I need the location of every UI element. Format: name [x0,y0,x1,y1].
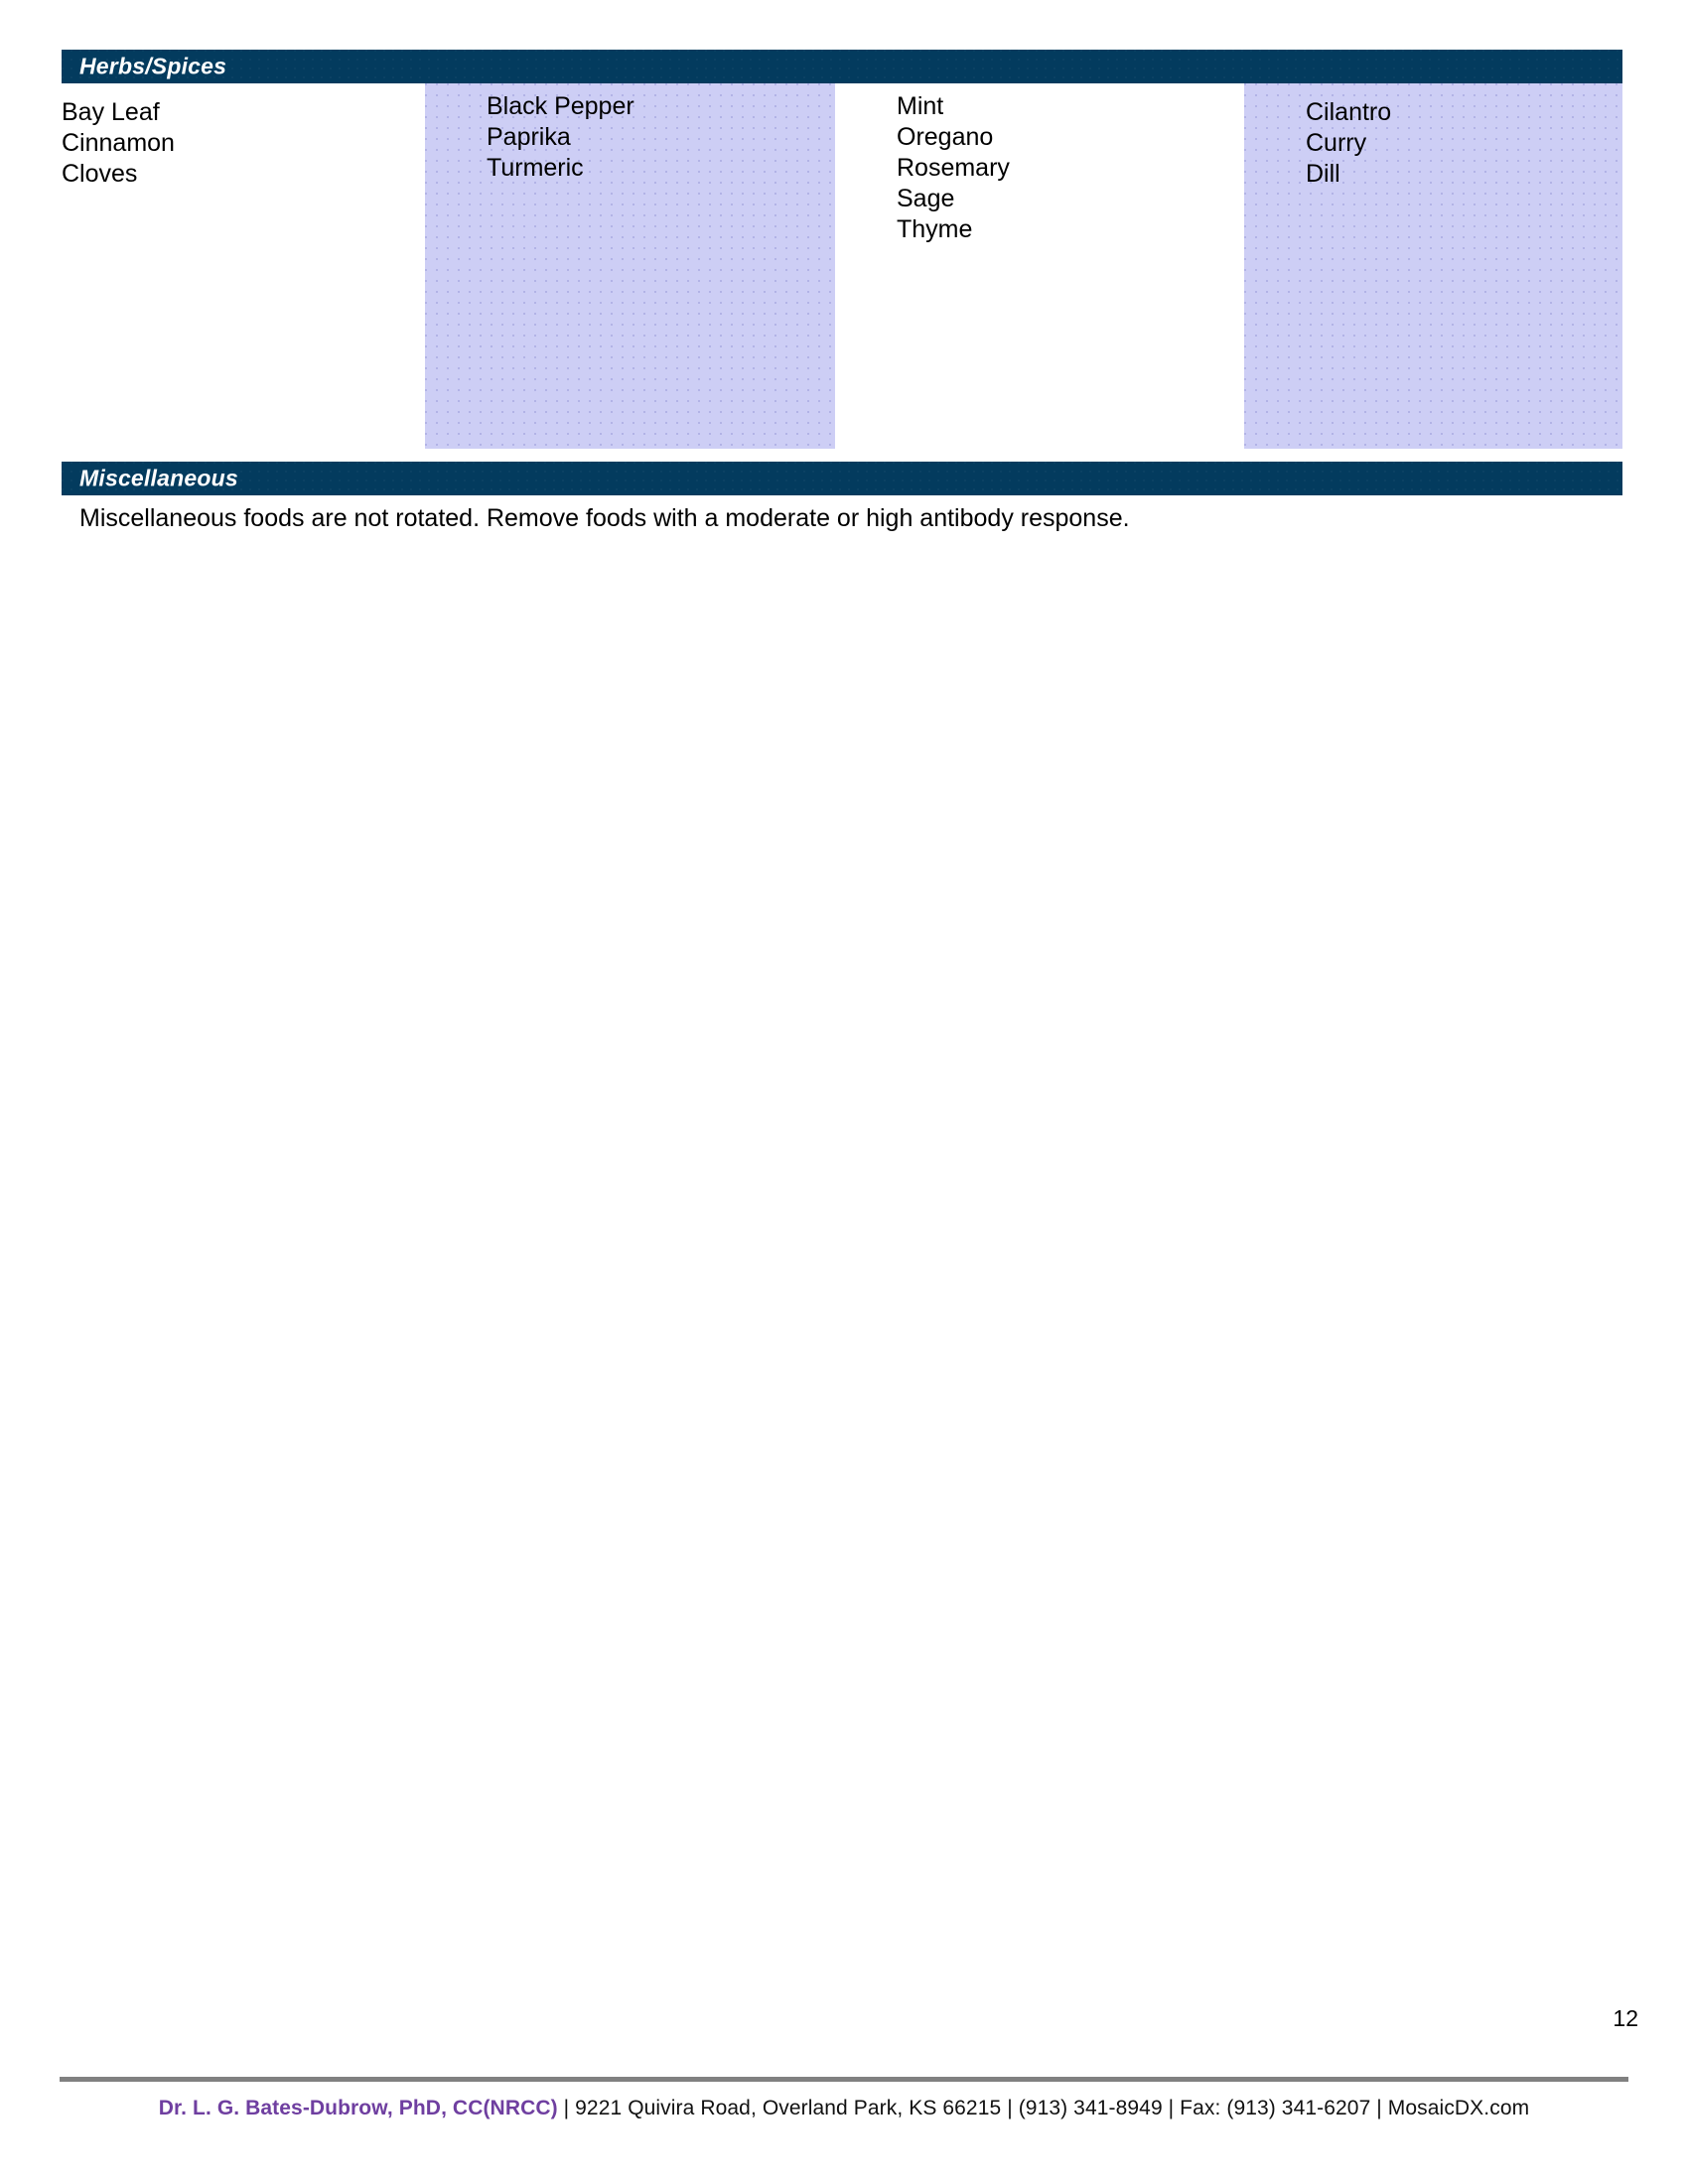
footer-separator-2: | [1001,2097,1019,2119]
list-item: Curry [1306,129,1367,157]
report-page: Herbs/Spices Bay Leaf Cinnamon Cloves Bl… [0,0,1688,2184]
list-item: Sage [897,185,955,212]
list-item: Oregano [897,123,994,151]
food-column-2: Black Pepper Paprika Turmeric [425,83,835,449]
list-item: Turmeric [487,154,584,182]
footer-separator-3: | [1162,2097,1181,2119]
page-number: 12 [1613,2005,1638,2031]
list-item: Paprika [487,123,571,151]
section-title-miscellaneous: Miscellaneous [79,465,238,491]
section-header-herbs-spices: Herbs/Spices [62,50,1622,83]
list-item: Cilantro [1306,98,1392,126]
list-item: Rosemary [897,154,1010,182]
list-item: Cloves [62,160,138,188]
food-column-1: Bay Leaf Cinnamon Cloves [62,83,425,449]
food-list-2: Black Pepper Paprika Turmeric [425,83,634,184]
food-column-3: Mint Oregano Rosemary Sage Thyme [835,83,1244,449]
herbs-spices-columns: Bay Leaf Cinnamon Cloves Black Pepper Pa… [62,83,1622,449]
list-item: Mint [897,92,944,120]
list-item: Bay Leaf [62,98,160,126]
footer-address: 9221 Quivira Road, Overland Park, KS 662… [575,2097,1002,2119]
food-list-1: Bay Leaf Cinnamon Cloves [62,83,175,190]
footer-divider [60,2077,1628,2082]
footer-doctor-name: Dr. L. G. Bates-Dubrow, PhD, CC(NRCC) [158,2097,558,2119]
footer-separator-4: | [1370,2097,1388,2119]
list-item: Thyme [897,215,973,243]
footer-fax: Fax: (913) 341-6207 [1180,2097,1371,2119]
footer-phone: (913) 341-8949 [1018,2097,1163,2119]
list-item: Dill [1306,160,1340,188]
food-list-4: Cilantro Curry Dill [1244,83,1391,190]
footer-website: MosaicDX.com [1387,2097,1530,2119]
food-list-3: Mint Oregano Rosemary Sage Thyme [835,83,1010,245]
miscellaneous-note: Miscellaneous foods are not rotated. Rem… [79,504,1130,532]
section-header-miscellaneous: Miscellaneous [62,462,1622,495]
food-column-4: Cilantro Curry Dill [1244,83,1622,449]
list-item: Black Pepper [487,92,634,120]
list-item: Cinnamon [62,129,175,157]
section-title-herbs-spices: Herbs/Spices [79,53,227,79]
footer-separator-1: | [557,2097,576,2119]
footer: Dr. L. G. Bates-Dubrow, PhD, CC(NRCC) | … [0,2097,1688,2120]
